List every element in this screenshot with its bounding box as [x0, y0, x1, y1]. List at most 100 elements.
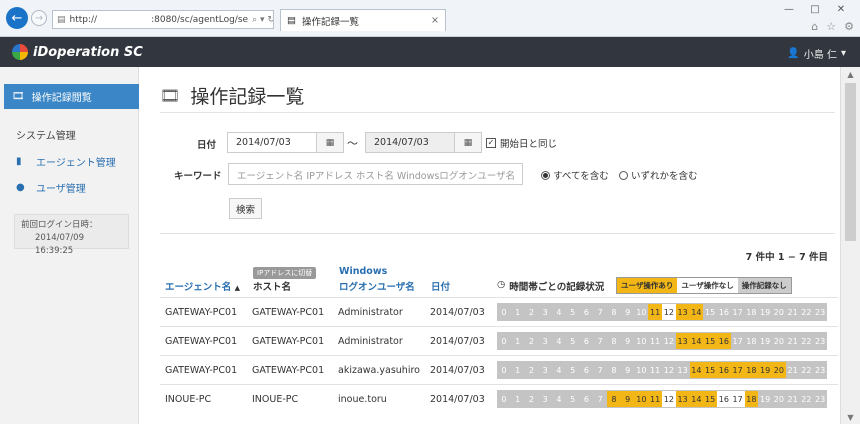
- hour-cell[interactable]: 3: [538, 362, 552, 378]
- hour-cell[interactable]: 2: [525, 304, 539, 320]
- hour-cell[interactable]: 12: [662, 391, 676, 407]
- hour-cell[interactable]: 8: [607, 333, 621, 349]
- hour-cell[interactable]: 6: [580, 391, 594, 407]
- scroll-down-icon[interactable]: ▼: [841, 410, 860, 424]
- hour-cell[interactable]: 21: [786, 391, 800, 407]
- hour-cell[interactable]: 6: [580, 304, 594, 320]
- keyword-input[interactable]: エージェント名 IPアドレス ホスト名 Windowsログオンユーザ名: [228, 163, 523, 185]
- search-refresh-icons[interactable]: ⌕ ▾ ↻: [252, 15, 273, 25]
- hour-cell[interactable]: 22: [800, 362, 814, 378]
- hour-cell[interactable]: 20: [772, 391, 786, 407]
- hour-cell[interactable]: 9: [620, 391, 635, 407]
- hour-cell[interactable]: 19: [758, 333, 772, 349]
- hour-cell[interactable]: 21: [786, 304, 800, 320]
- calendar-from-button[interactable]: ▦: [316, 132, 344, 153]
- hour-cell[interactable]: 22: [800, 304, 814, 320]
- hour-cell[interactable]: 5: [566, 333, 580, 349]
- hour-cell[interactable]: 17: [731, 333, 745, 349]
- hour-cell[interactable]: 13: [675, 333, 690, 349]
- home-icon[interactable]: ⌂: [811, 20, 818, 33]
- hour-cell[interactable]: 10: [634, 391, 649, 407]
- hour-cell[interactable]: 22: [800, 333, 814, 349]
- hour-cell[interactable]: 11: [648, 304, 662, 320]
- browser-tab[interactable]: ▤ 操作記録一覧 ×: [280, 9, 446, 31]
- hour-cell[interactable]: 1: [511, 333, 525, 349]
- sidebar-item-operation-log[interactable]: 🎞 操作記録閲覧: [4, 84, 139, 109]
- hour-cell[interactable]: 16: [717, 391, 731, 407]
- hour-cell[interactable]: 4: [552, 362, 566, 378]
- hour-cell[interactable]: 17: [730, 391, 745, 407]
- hour-cell[interactable]: 22: [800, 391, 814, 407]
- date-from-input[interactable]: 2014/07/03: [227, 132, 317, 153]
- hour-cell[interactable]: 18: [745, 304, 759, 320]
- hour-cell[interactable]: 16: [717, 362, 731, 378]
- hour-cell[interactable]: 9: [621, 362, 635, 378]
- sidebar-item-agents[interactable]: ▮ エージェント管理: [16, 148, 138, 174]
- table-row[interactable]: GATEWAY-PC01 GATEWAY-PC01 akizawa.yasuhiro…: [160, 355, 838, 384]
- hourly-status-bar[interactable]: 0 1 2 3 4 5 6 7 8 9 10 11 12 13 14 15 16 17 18 19 20 21 22 23: [497, 332, 827, 350]
- hour-cell[interactable]: 2: [525, 362, 539, 378]
- address-bar[interactable]: ▤ http:// :8080/sc/agentLog/se ⌕ ▾ ↻: [52, 10, 274, 29]
- hour-cell[interactable]: 14: [689, 391, 704, 407]
- hour-cell[interactable]: 20: [772, 362, 786, 378]
- col-agent-name[interactable]: エージェント名 ▲: [165, 279, 240, 293]
- hour-cell[interactable]: 12: [662, 304, 676, 320]
- hour-cell[interactable]: 18: [745, 333, 759, 349]
- hour-cell[interactable]: 16: [717, 333, 731, 349]
- hour-cell[interactable]: 4: [552, 333, 566, 349]
- hour-cell[interactable]: 3: [538, 304, 552, 320]
- hour-cell[interactable]: 1: [511, 391, 525, 407]
- hour-cell[interactable]: 2: [525, 391, 539, 407]
- hour-cell[interactable]: 4: [552, 304, 566, 320]
- hour-cell[interactable]: 21: [786, 362, 800, 378]
- date-to-input[interactable]: 2014/07/03: [365, 132, 455, 153]
- hour-cell[interactable]: 7: [593, 304, 607, 320]
- hour-cell[interactable]: 11: [648, 391, 662, 407]
- hourly-status-bar[interactable]: 0 1 2 3 4 5 6 7 8 9 10 11 12 13 14 15 16 17 18 19 20 21 22 23: [497, 390, 827, 408]
- hour-cell[interactable]: 15: [703, 362, 717, 378]
- calendar-to-button[interactable]: ▦: [454, 132, 482, 153]
- radio-match-all[interactable]: すべてを含む: [541, 168, 609, 182]
- favorites-star-icon[interactable]: ☆: [826, 20, 836, 33]
- hour-cell[interactable]: 3: [538, 333, 552, 349]
- hour-cell[interactable]: 14: [689, 333, 704, 349]
- hour-cell[interactable]: 15: [703, 304, 717, 320]
- hour-cell[interactable]: 18: [744, 391, 759, 407]
- hour-cell[interactable]: 17: [731, 304, 745, 320]
- hour-cell[interactable]: 1: [511, 304, 525, 320]
- ip-toggle-button[interactable]: IPアドレスに切替: [253, 267, 317, 279]
- app-logo[interactable]: iDoperation SC: [12, 44, 143, 60]
- hour-cell[interactable]: 4: [552, 391, 566, 407]
- hour-cell[interactable]: 23: [813, 362, 827, 378]
- hour-cell[interactable]: 15: [703, 391, 717, 407]
- minimize-button[interactable]: —: [776, 0, 802, 18]
- col-date[interactable]: 日付: [431, 279, 450, 293]
- hour-cell[interactable]: 13: [676, 362, 690, 378]
- hour-cell[interactable]: 9: [621, 304, 635, 320]
- hour-cell[interactable]: 6: [580, 362, 594, 378]
- hour-cell[interactable]: 13: [675, 304, 690, 320]
- hour-cell[interactable]: 5: [566, 391, 580, 407]
- radio-match-any[interactable]: いずれかを含む: [619, 168, 698, 182]
- close-window-button[interactable]: ✕: [828, 0, 854, 18]
- hour-cell[interactable]: 0: [497, 333, 511, 349]
- scrollbar[interactable]: ▲ ▼: [840, 67, 860, 424]
- hour-cell[interactable]: 0: [497, 391, 511, 407]
- col-windows-user-1[interactable]: Windows: [339, 266, 387, 277]
- hour-cell[interactable]: 10: [635, 333, 649, 349]
- sidebar-item-users[interactable]: ● ユーザ管理: [16, 174, 138, 200]
- table-row[interactable]: GATEWAY-PC01 GATEWAY-PC01 Administrator 201…: [160, 326, 838, 355]
- hour-cell[interactable]: 19: [758, 304, 772, 320]
- same-as-start-checkbox[interactable]: ✓ 開始日と同じ: [486, 136, 557, 150]
- hour-cell[interactable]: 7: [593, 391, 607, 407]
- col-windows-user-2[interactable]: ログオンユーザ名: [339, 279, 415, 293]
- hour-cell[interactable]: 15: [703, 333, 717, 349]
- hour-cell[interactable]: 11: [648, 362, 662, 378]
- hour-cell[interactable]: 16: [717, 304, 731, 320]
- hour-cell[interactable]: 1: [511, 362, 525, 378]
- hour-cell[interactable]: 12: [662, 333, 676, 349]
- hour-cell[interactable]: 14: [689, 362, 704, 378]
- hour-cell[interactable]: 19: [758, 362, 772, 378]
- hour-cell[interactable]: 7: [593, 333, 607, 349]
- back-button[interactable]: ←: [6, 7, 28, 29]
